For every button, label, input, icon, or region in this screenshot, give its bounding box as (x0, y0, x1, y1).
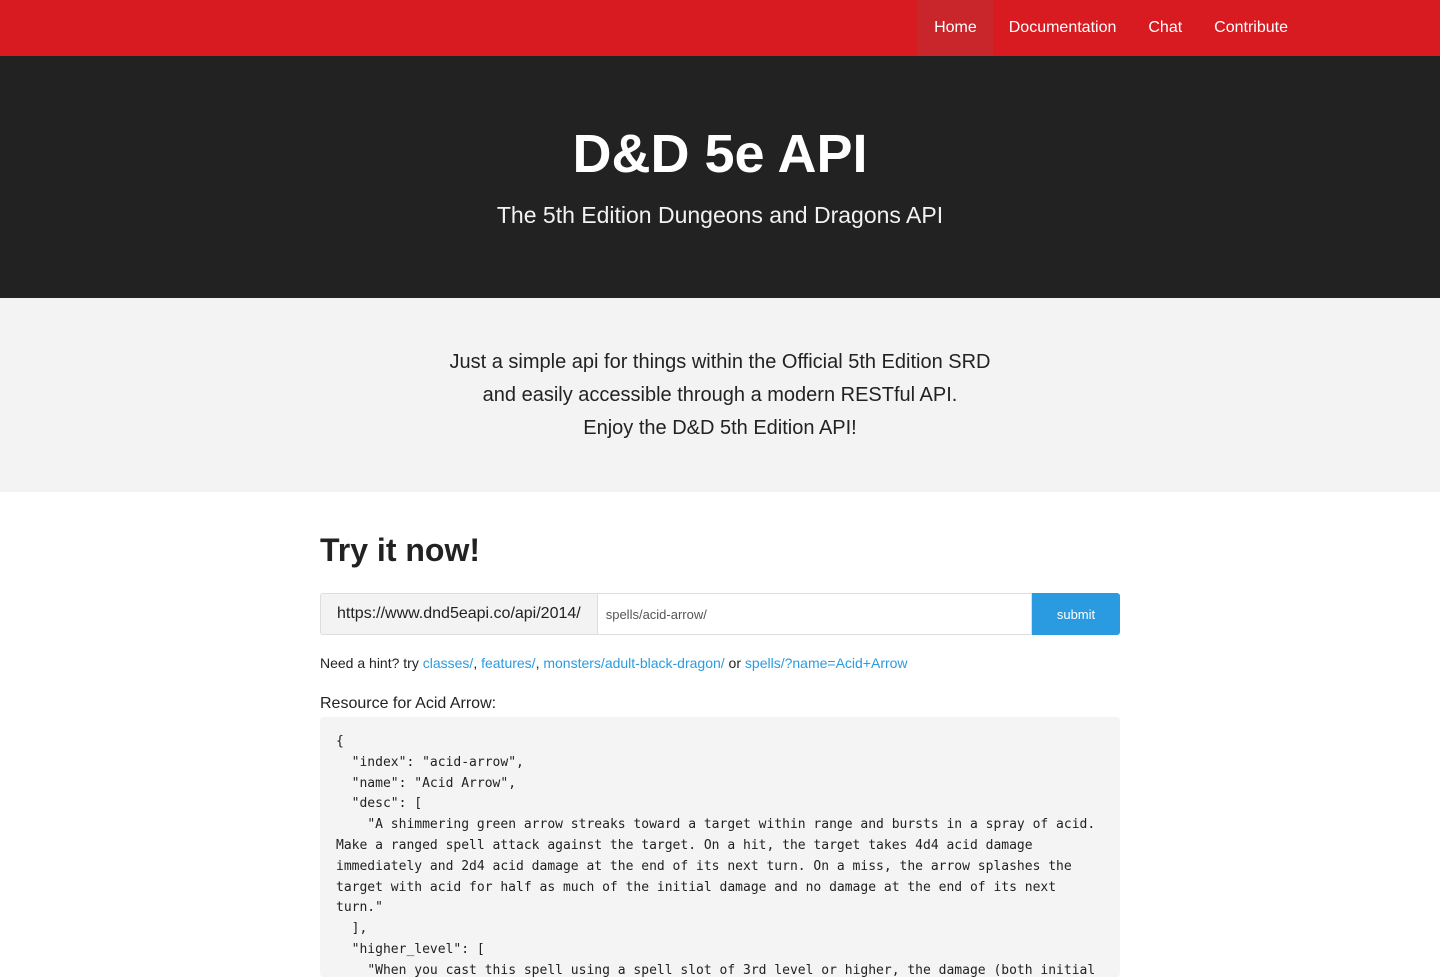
top-navbar: Home Documentation Chat Contribute (0, 0, 1440, 56)
intro-line: Just a simple api for things within the … (449, 351, 991, 373)
hint-separator: , (473, 655, 482, 671)
nav-links: Home Documentation Chat Contribute (918, 0, 1304, 56)
nav-item-chat[interactable]: Chat (1132, 0, 1198, 56)
hint-link-spells-search[interactable]: spells/?name=Acid+Arrow (745, 655, 908, 671)
hint-link-classes[interactable]: classes/ (423, 655, 474, 671)
page-subtitle: The 5th Edition Dungeons and Dragons API (496, 202, 944, 228)
intro-line: Enjoy the D&D 5th Edition API! (583, 417, 857, 439)
intro-line: and easily accessible through a modern R… (482, 384, 958, 406)
resource-json-output[interactable]: { "index": "acid-arrow", "name": "Acid A… (320, 717, 1120, 977)
hint-link-monsters[interactable]: monsters/adult-black-dragon/ (543, 655, 724, 671)
api-path-input[interactable] (596, 593, 1032, 635)
nav-item-contribute[interactable]: Contribute (1198, 0, 1304, 56)
hint-text: Need a hint? try classes/, features/, mo… (320, 654, 908, 672)
hint-prefix: Need a hint? try (320, 655, 423, 671)
page-title: D&D 5e API (572, 124, 868, 184)
resource-label: Resource for Acid Arrow: (320, 695, 497, 712)
api-url-prefix: https://www.dnd5eapi.co/api/2014/ (320, 593, 597, 635)
hint-link-features[interactable]: features/ (481, 655, 535, 671)
hero-banner: D&D 5e API The 5th Edition Dungeons and … (0, 56, 1440, 298)
api-request-form: https://www.dnd5eapi.co/api/2014/ submit (320, 593, 1120, 635)
nav-item-home[interactable]: Home (918, 0, 993, 56)
try-it-heading: Try it now! (320, 532, 480, 568)
json-code: { "index": "acid-arrow", "name": "Acid A… (336, 734, 1096, 977)
intro-text: Just a simple api for things within the … (0, 346, 1440, 445)
hint-separator: or (724, 655, 745, 671)
intro-section: Just a simple api for things within the … (0, 298, 1440, 492)
submit-button[interactable]: submit (1032, 593, 1120, 635)
nav-item-documentation[interactable]: Documentation (993, 0, 1133, 56)
